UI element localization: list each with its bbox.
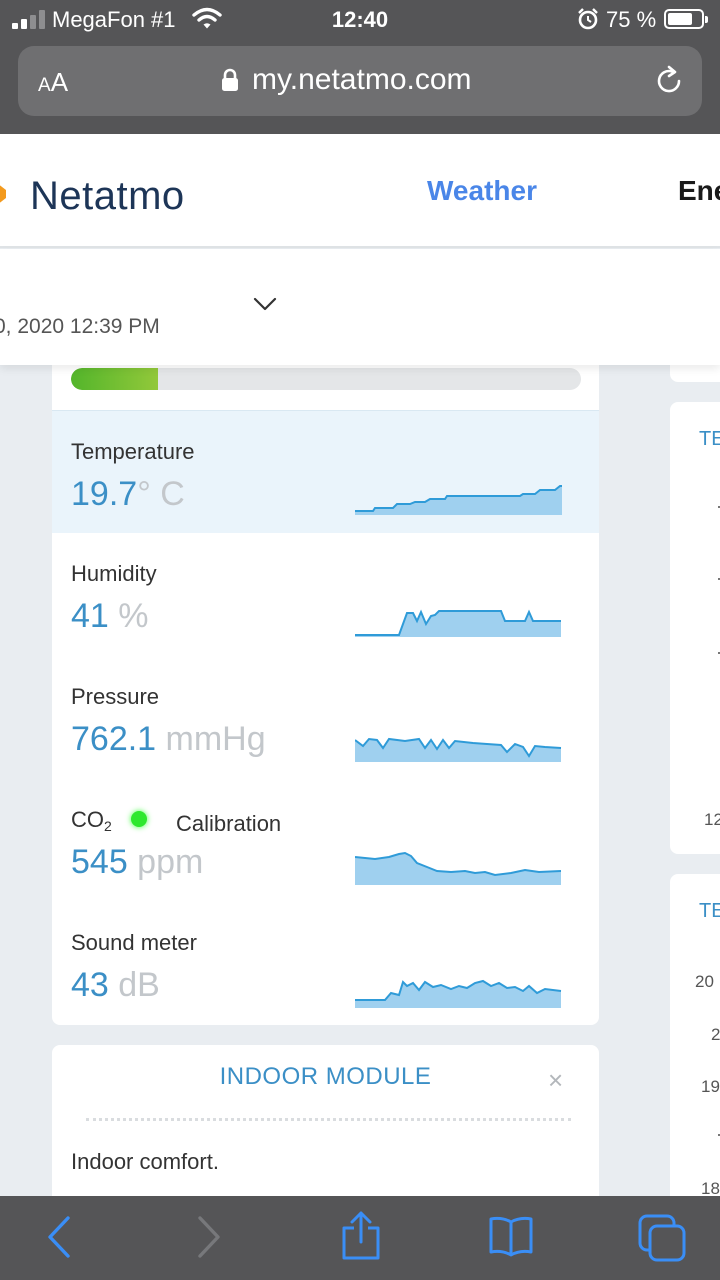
air-quality-progress [71,368,581,390]
right-card-2-axis-label: 20 [695,972,714,991]
date-bar[interactable]: 0, 2020 12:39 PM [0,249,720,365]
browser-toolbar [0,1196,720,1280]
right-card-1-title: TE [699,428,720,450]
co2-status-text: Calibration [176,811,282,836]
metric-pressure[interactable]: Pressure 762.1 mmHg [52,656,599,779]
close-icon[interactable]: × [548,1065,563,1096]
netatmo-logo-icon [0,185,6,203]
pressure-label: Pressure [71,684,160,709]
battery-percent: 75 % [606,7,657,32]
station-card: Temperature 19.7° C Humidity 41 % Pressu… [52,340,599,1025]
temperature-value: 19.7° C [71,475,185,513]
browser-chrome: MegaFon #1 12:40 75 % AA my.netatmo.com [0,0,720,134]
sound-value: 43 dB [71,966,160,1004]
indoor-module-title: INDOOR MODULE [219,1063,432,1090]
pressure-sparkline [355,737,562,762]
battery-fill [668,13,692,25]
back-icon[interactable] [44,1214,74,1260]
address-bar[interactable]: AA my.netatmo.com [18,46,702,116]
date-text: 0, 2020 12:39 PM [0,315,160,338]
temperature-sparkline [355,485,562,515]
forward-icon[interactable] [194,1214,224,1260]
right-card-2-axis-label: 2 [711,1025,720,1044]
right-card-chart-1: TE 12 [670,402,720,854]
pressure-value: 762.1 mmHg [71,720,266,758]
co2-sparkline [355,851,562,885]
metric-co2[interactable]: CO2 Calibration 545 ppm [52,779,599,902]
nav-weather[interactable]: Weather [427,175,537,207]
right-card-2-axis-label: 19 [701,1077,720,1096]
url-text[interactable]: my.netatmo.com [252,63,472,97]
site-header: Netatmo Weather Ene [0,134,720,248]
lock-icon [222,68,238,91]
humidity-sparkline [355,609,561,637]
share-icon[interactable] [340,1210,382,1262]
alarm-icon [578,8,598,30]
netatmo-logo[interactable]: Netatmo [30,174,185,219]
air-quality-progress-fill [71,368,158,390]
metric-temperature[interactable]: Temperature 19.7° C [52,410,599,533]
temperature-label: Temperature [71,439,195,464]
humidity-label: Humidity [71,561,157,586]
sound-sparkline [355,979,562,1008]
right-card-1-axis-label: 12 [704,810,720,829]
metric-sound[interactable]: Sound meter 43 dB [52,902,599,1025]
co2-status-dot-icon [131,811,147,827]
indoor-comfort-text: Indoor comfort. [71,1149,219,1174]
status-bar: MegaFon #1 12:40 75 % [0,0,720,40]
chevron-down-icon[interactable] [252,296,278,312]
tabs-icon[interactable] [638,1214,688,1262]
bookmarks-icon[interactable] [488,1214,534,1258]
divider [86,1118,571,1121]
sound-label: Sound meter [71,930,197,955]
battery-icon [664,9,708,29]
nav-energy[interactable]: Ene [678,175,720,207]
co2-label: CO2 [71,807,112,834]
humidity-value: 41 % [71,597,149,635]
metric-humidity[interactable]: Humidity 41 % [52,533,599,656]
right-card-chart-2: TE 20 2 19 18 [670,874,720,1204]
text-size-button[interactable]: AA [38,67,68,98]
co2-value: 545 ppm [71,843,204,881]
right-card-2-title: TE [699,900,720,922]
reload-icon[interactable] [652,64,686,98]
indoor-module-card: INDOOR MODULE × Indoor comfort. [52,1045,599,1205]
